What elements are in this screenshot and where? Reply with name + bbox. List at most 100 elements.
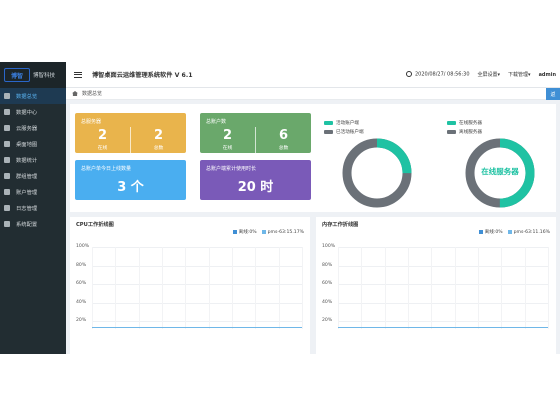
usage-hours-title: 总账户端累计使用时长 [206, 166, 257, 172]
gridline [478, 247, 479, 329]
gridline [338, 321, 548, 322]
sidebar-item-label: 日志管理 [16, 206, 38, 212]
servers-total-count: 2 [153, 128, 164, 143]
memory-chart-legend: 离线:0% pms-63:11.16% [478, 229, 550, 235]
gridline [408, 247, 409, 329]
gridline [185, 247, 187, 329]
gridline [338, 302, 548, 304]
sidebar-item-label: 数据统计 [16, 158, 38, 164]
daily-online-title: 总账户单今日上线数量 [81, 166, 132, 172]
brand-name: 博智科技 [33, 73, 56, 79]
accounts-total-count: 6 [278, 128, 289, 143]
servers-online-label: 在线 [97, 146, 108, 151]
server-icon [4, 125, 10, 131]
user-menu[interactable]: admin [539, 72, 556, 78]
cpu-chart-panel: CPU工作折线图 离线:0% pms-63:15.17% 100% 80% 60% 4… [70, 217, 310, 354]
gridline [338, 247, 548, 248]
series-line [92, 327, 302, 328]
sidebar-item-4[interactable]: 数据统计 [0, 152, 66, 168]
gridline [162, 247, 163, 329]
memory-legend-pms63: pms-63:11.16% [507, 229, 550, 235]
y-tick-label: 100% [76, 244, 90, 249]
datetime: 2020/08/27/ 08:56:30 [405, 71, 470, 78]
y-tick-label: 80% [322, 262, 333, 268]
logo-mark: 博智 [4, 68, 30, 82]
top-header: 博智桌面云运维管理系统软件 V 6.1 2020/08/27/ 08:56:30… [66, 62, 560, 88]
usage-hours-value: 20 时 [237, 180, 274, 195]
gridline [302, 247, 303, 329]
chart-icon [4, 157, 10, 163]
gridline [92, 265, 302, 267]
accounts-legend-active: 活动账户端 [324, 120, 359, 126]
accounts-donut [342, 138, 412, 208]
group-icon [4, 173, 10, 179]
gridline [338, 284, 548, 285]
download-menu[interactable]: 下载管理▾ [508, 71, 531, 78]
sidebar-item-label: 系统配置 [16, 222, 38, 228]
cpu-chart-title: CPU工作折线图 [76, 222, 114, 228]
log-icon [4, 205, 10, 211]
servers-online-count: 2 [97, 128, 108, 143]
sidebar-nav: 数据总览数据中心云服务器桌面地图数据统计群组管理账户管理日志管理系统配置 [0, 88, 66, 232]
home-icon[interactable] [72, 91, 78, 96]
y-tick-label: 40% [76, 299, 87, 305]
gridline [548, 247, 549, 329]
dashboard-icon [4, 93, 10, 99]
sidebar-item-2[interactable]: 云服务器 [0, 120, 66, 136]
sidebar-item-7[interactable]: 日志管理 [0, 200, 66, 216]
fullscreen-menu[interactable]: 全屏设置▾ [478, 71, 501, 78]
servers-card-title: 总服务器 [81, 119, 102, 125]
series-line [338, 327, 548, 328]
database-icon [4, 109, 10, 115]
servers-donut-label: 在线服务器 [481, 167, 519, 176]
breadcrumb-action-button[interactable]: 返 [546, 88, 560, 100]
sidebar-item-3[interactable]: 桌面地图 [0, 136, 66, 152]
gridline [431, 247, 433, 329]
servers-total-label: 总数 [153, 146, 164, 151]
id-card-icon [4, 189, 10, 195]
gridline [384, 247, 386, 329]
usage-hours-card: 总账户端累计使用时长 20 时 [200, 160, 311, 200]
sidebar-item-1[interactable]: 数据中心 [0, 104, 66, 120]
y-tick-label: 40% [322, 299, 333, 305]
memory-chart-panel: 内存工作折线图 离线:0% pms-63:11.16% 100% 80% 60% 40… [316, 217, 556, 354]
sidebar-item-0[interactable]: 数据总览 [0, 88, 66, 104]
accounts-total-label: 总数 [278, 146, 289, 151]
sidebar-item-8[interactable]: 系统配置 [0, 216, 66, 232]
gridline [338, 247, 339, 329]
servers-card: 总服务器 2 在线 2 总数 [75, 113, 186, 153]
y-tick-label: 60% [322, 281, 333, 286]
gridline [278, 247, 280, 329]
sidebar-item-label: 数据总览 [16, 94, 38, 100]
y-tick-label: 20% [76, 318, 87, 323]
sidebar: 博智 博智科技 数据总览数据中心云服务器桌面地图数据统计群组管理账户管理日志管理… [0, 62, 66, 354]
gridline [92, 284, 302, 285]
sidebar-item-label: 数据中心 [16, 110, 38, 116]
y-tick-label: 60% [76, 281, 87, 286]
breadcrumb-current: 数据总览 [82, 91, 103, 97]
y-tick-label: 80% [76, 262, 87, 268]
accounts-online-label: 在线 [222, 146, 233, 151]
daily-online-card: 总账户单今日上线数量 3 个 [75, 160, 186, 200]
summary-section: 总服务器 2 在线 2 总数 总账户数 2 在线 6 总数 总账户单今日上线数量 3 个… [70, 104, 556, 212]
y-tick-label: 20% [322, 318, 333, 323]
gridline [92, 302, 302, 304]
gridline [208, 247, 210, 329]
gridline [501, 247, 503, 329]
gridline [92, 247, 302, 248]
daily-online-value: 3 个 [117, 180, 144, 195]
gridline [92, 321, 302, 322]
sidebar-item-6[interactable]: 账户管理 [0, 184, 66, 200]
app-title: 博智桌面云运维管理系统软件 V 6.1 [92, 72, 193, 79]
sidebar-item-5[interactable]: 群组管理 [0, 168, 66, 184]
gridline [92, 247, 93, 329]
sidebar-item-label: 云服务器 [16, 126, 38, 132]
gridline [454, 247, 456, 329]
gridline [138, 247, 140, 329]
breadcrumb: 数据总览 返 [66, 88, 560, 100]
cpu-legend-pms63: pms-63:15.17% [261, 229, 304, 235]
sidebar-item-label: 群组管理 [16, 174, 38, 180]
map-pin-icon [4, 141, 10, 147]
menu-toggle-icon[interactable] [74, 70, 82, 79]
settings-icon [4, 221, 10, 227]
